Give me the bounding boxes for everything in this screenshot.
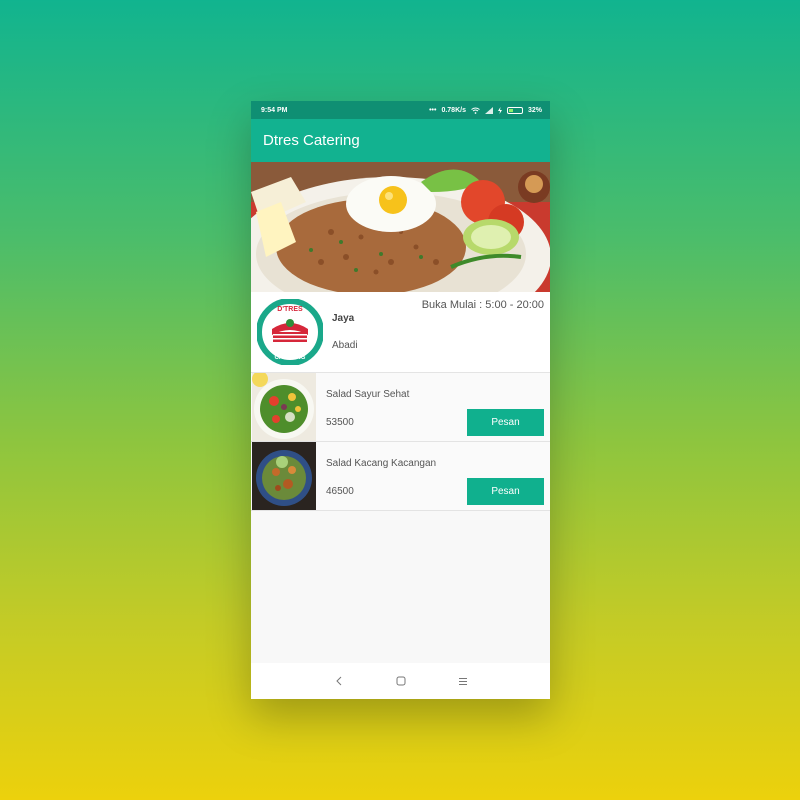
restaurant-name: Jaya — [332, 313, 355, 324]
dtres-catering-logo-icon: D'TRES CATERING — [255, 297, 325, 367]
item-details: Salad Kacang Kacangan 46500 — [326, 442, 436, 510]
order-button[interactable]: Pesan — [467, 478, 544, 505]
order-button[interactable]: Pesan — [467, 409, 544, 436]
status-time: 9:54 PM — [261, 106, 288, 114]
charging-icon — [497, 106, 502, 114]
vegetable-salad-image — [252, 373, 316, 441]
restaurant-info: D'TRES CATERING Jaya Abadi Buka Mulai : … — [251, 292, 550, 373]
app-title: Dtres Catering — [263, 132, 360, 149]
status-icons: ••• 0.78K/s 32% — [429, 106, 542, 114]
opening-hours: Buka Mulai : 5:00 - 20:00 — [421, 299, 544, 311]
dots-icon: ••• — [429, 106, 437, 114]
item-name: Salad Kacang Kacangan — [326, 458, 437, 469]
menu-icon[interactable] — [456, 674, 470, 688]
svg-text:D'TRES: D'TRES — [277, 306, 303, 313]
navigation-bar — [251, 663, 550, 699]
wifi-icon — [471, 107, 480, 114]
battery-icon — [506, 106, 523, 114]
app-bar: Dtres Catering — [251, 119, 550, 162]
battery-percent: 32% — [527, 106, 542, 114]
hero-banner — [251, 162, 550, 292]
back-icon[interactable] — [332, 674, 346, 688]
menu-item[interactable]: Salad Sayur Sehat 53500 Pesan — [251, 373, 550, 442]
home-icon[interactable] — [394, 674, 408, 688]
menu-item[interactable]: Salad Kacang Kacangan 46500 Pesan — [251, 442, 550, 511]
network-speed: 0.78K/s — [441, 106, 466, 114]
svg-text:CATERING: CATERING — [275, 355, 306, 361]
bean-salad-image — [252, 442, 316, 510]
item-name: Salad Sayur Sehat — [326, 389, 410, 400]
item-price: 53500 — [326, 417, 354, 428]
restaurant-text: Jaya Abadi — [332, 313, 358, 351]
fried-rice-image — [251, 162, 550, 292]
restaurant-subtitle: Abadi — [332, 340, 358, 351]
item-price: 46500 — [326, 486, 354, 497]
signal-icon — [484, 106, 493, 114]
phone-screen: 9:54 PM ••• 0.78K/s 32% Dtres Catering D… — [251, 101, 550, 699]
item-details: Salad Sayur Sehat 53500 — [326, 373, 409, 441]
status-bar: 9:54 PM ••• 0.78K/s 32% — [251, 101, 550, 119]
